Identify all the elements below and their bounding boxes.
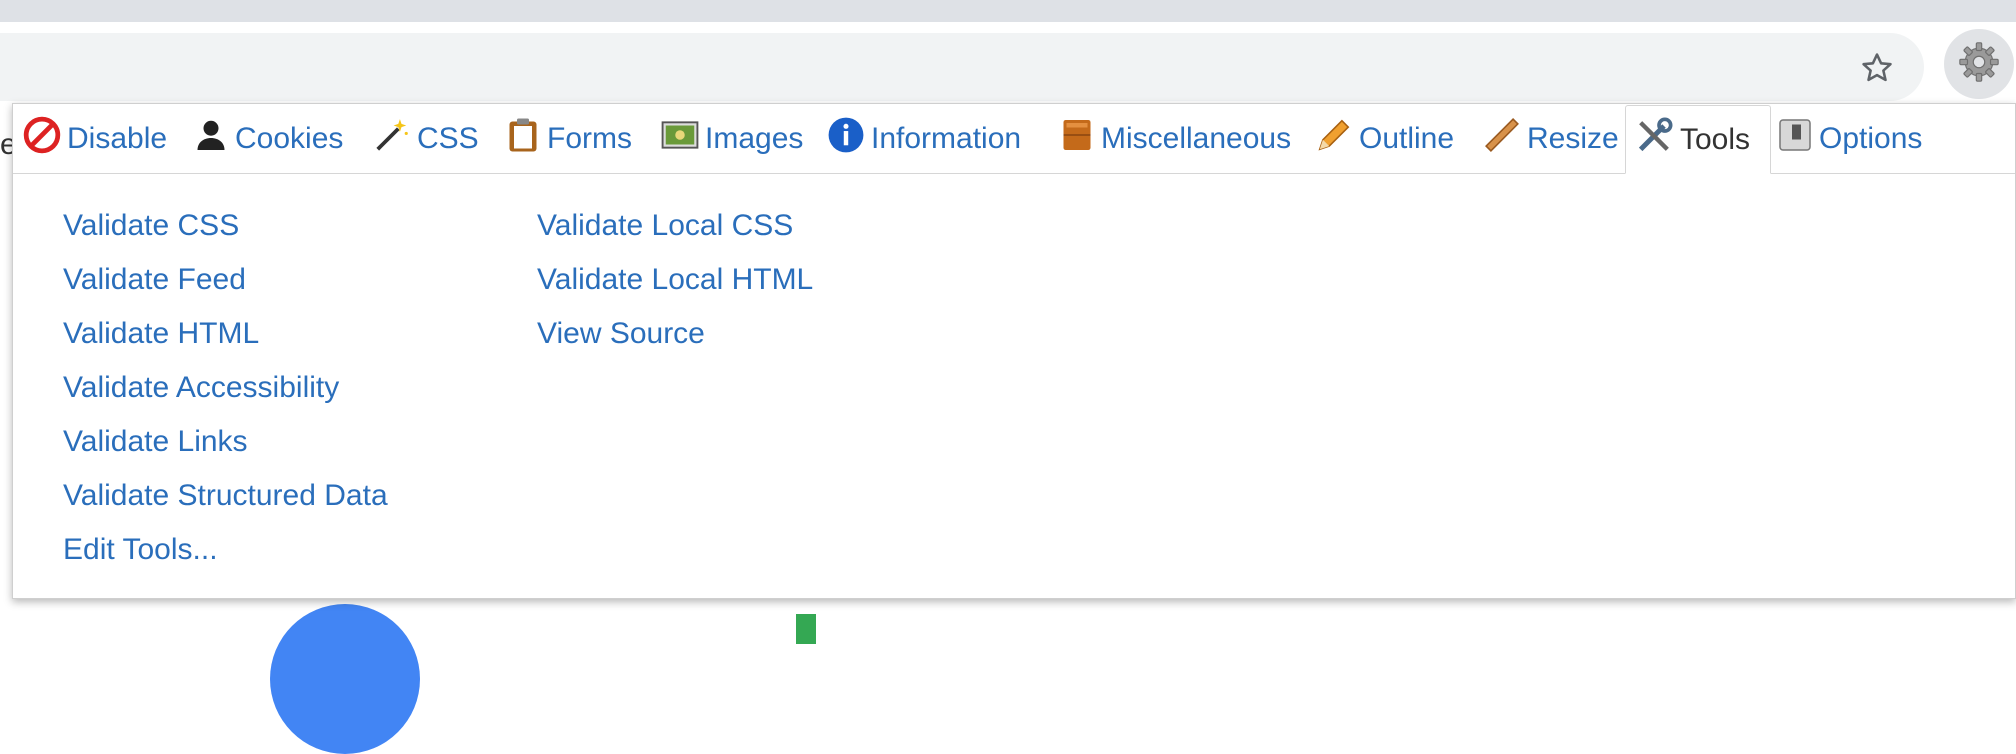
gear-icon (1956, 39, 2002, 90)
menu-miscellaneous[interactable]: Miscellaneous (1059, 106, 1291, 172)
menu-information-label: Information (871, 122, 1022, 155)
ruler-icon (1483, 116, 1527, 162)
web-developer-popup: Disable Cookies CSS Forms Images Informa… (12, 103, 2016, 599)
tool-validate-structured-data[interactable]: Validate Structured Data (63, 478, 388, 514)
menu-outline-label: Outline (1359, 122, 1455, 155)
pencil-icon (1315, 116, 1359, 162)
menu-css-label: CSS (417, 122, 479, 155)
menu-images-label: Images (705, 122, 804, 155)
clipboard-icon (505, 116, 547, 162)
tool-validate-css[interactable]: Validate CSS (63, 208, 239, 244)
tab-tools-label: Tools (1680, 122, 1751, 156)
menu-disable[interactable]: Disable (23, 106, 167, 172)
menu-disable-label: Disable (67, 122, 168, 155)
menu-bar: Disable Cookies CSS Forms Images Informa… (13, 104, 2015, 174)
tool-validate-local-css[interactable]: Validate Local CSS (537, 208, 793, 244)
menu-resize[interactable]: Resize (1483, 106, 1619, 172)
disable-icon (23, 116, 67, 162)
switch-icon (1777, 117, 1819, 161)
menu-options[interactable]: Options (1777, 106, 1922, 172)
menu-cookies-label: Cookies (235, 122, 344, 155)
image-icon (661, 120, 705, 158)
browser-toolbar (0, 22, 2016, 104)
box-icon (1059, 116, 1101, 162)
menu-images[interactable]: Images (661, 106, 803, 172)
tool-validate-local-html[interactable]: Validate Local HTML (537, 262, 813, 298)
menu-outline[interactable]: Outline (1315, 106, 1454, 172)
menu-resize-label: Resize (1527, 122, 1619, 155)
tool-validate-accessibility[interactable]: Validate Accessibility (63, 370, 339, 406)
tools-icon (1634, 116, 1680, 164)
menu-miscellaneous-label: Miscellaneous (1101, 122, 1292, 155)
tool-edit-tools[interactable]: Edit Tools... (63, 532, 218, 568)
menu-information[interactable]: Information (827, 106, 1021, 172)
menu-cookies[interactable]: Cookies (193, 106, 343, 172)
info-icon (827, 116, 871, 162)
extension-button[interactable] (1944, 29, 2014, 99)
css-wand-icon (373, 116, 417, 162)
browser-tabstrip (0, 0, 2016, 22)
cookies-icon (193, 117, 235, 161)
menu-forms[interactable]: Forms (505, 106, 632, 172)
tab-tools[interactable]: Tools (1625, 105, 1771, 174)
tool-validate-links[interactable]: Validate Links (63, 424, 248, 460)
menu-forms-label: Forms (547, 122, 632, 155)
page-logo-bar (796, 614, 816, 644)
page-logo-circle (270, 604, 420, 754)
tool-view-source[interactable]: View Source (537, 316, 705, 352)
bookmark-star-icon[interactable] (1850, 41, 1904, 95)
menu-options-label: Options (1819, 122, 1923, 155)
address-bar[interactable] (0, 33, 1924, 101)
menu-css[interactable]: CSS (373, 106, 479, 172)
tool-validate-html[interactable]: Validate HTML (63, 316, 259, 352)
tool-validate-feed[interactable]: Validate Feed (63, 262, 246, 298)
